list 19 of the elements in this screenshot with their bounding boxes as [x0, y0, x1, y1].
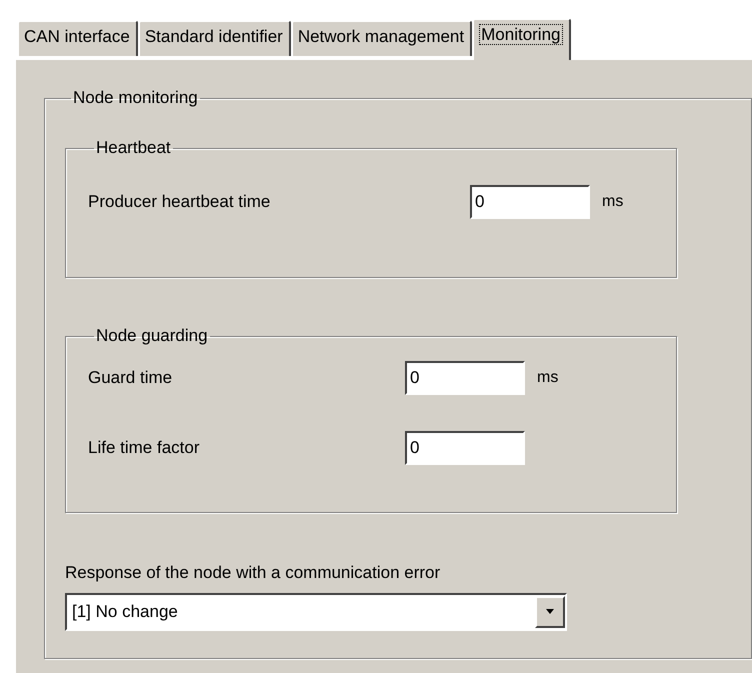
dropdown[interactable]: [1] No change [65, 593, 567, 631]
unit-label: ms [602, 193, 624, 211]
group-title: Node guarding [95, 326, 209, 346]
field-label: Guard time [88, 368, 174, 388]
caret-icon [545, 609, 555, 615]
tab[interactable]: Network management [290, 20, 472, 56]
input-field[interactable]: 0 [405, 361, 525, 395]
input-field[interactable]: 0 [405, 431, 525, 465]
tab[interactable]: Monitoring [472, 18, 570, 60]
field-label: Life time factor [88, 438, 200, 458]
field-label: Producer heartbeat time [88, 192, 272, 212]
tab[interactable]: CAN interface [17, 20, 138, 56]
unit-label: ms [537, 369, 558, 387]
field-label: Response of the node with a communication error [65, 563, 440, 583]
dropdown-button[interactable] [535, 596, 565, 628]
group-title: Node monitoring [72, 88, 199, 108]
input-field[interactable]: 0 [470, 185, 590, 219]
group-title: Heartbeat [95, 138, 172, 158]
tab[interactable]: Standard identifier [138, 20, 291, 56]
